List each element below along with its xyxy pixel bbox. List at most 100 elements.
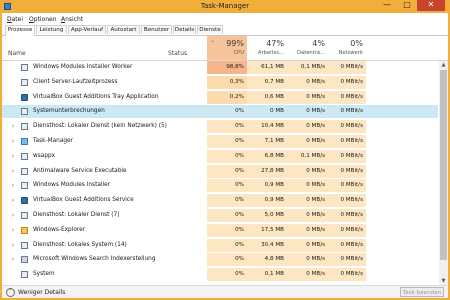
process-name: Windows Modules Installer (33, 182, 111, 189)
menu-optionen[interactable]: Optionen (29, 15, 57, 24)
network-value: 0 MBit/s (328, 61, 366, 74)
scrollbar-thumb[interactable] (440, 70, 447, 260)
disk-value: 0,1 MB/s (287, 61, 328, 74)
column-name[interactable]: Name (8, 50, 26, 57)
process-icon (21, 167, 28, 175)
title-bar[interactable]: Task-Manager — □ ✕ (0, 0, 450, 13)
expand-chevron-icon[interactable]: › (10, 209, 16, 222)
tab-benutzer[interactable]: Benutzer (141, 25, 172, 34)
process-name: wsappx (33, 152, 56, 159)
memory-value: 0,1 MB (247, 268, 287, 282)
table-row[interactable]: › Diensthost: Lokales System (14) 0% 30,4 M… (2, 238, 438, 252)
cpu-value: 98,8% (207, 61, 247, 74)
column-cpu[interactable]: ⌄ 99% CPU (207, 36, 247, 60)
scroll-up-arrow-icon[interactable]: ▲ (439, 61, 448, 69)
disk-value: 0 MB/s (287, 179, 328, 193)
cpu-value: 0% (207, 164, 247, 178)
disk-value: 0 MB/s (287, 209, 328, 222)
expand-chevron-icon[interactable]: › (10, 253, 16, 266)
column-disk-percent: 4% (312, 39, 325, 48)
column-network-label: Netzwerk (338, 50, 363, 56)
column-network[interactable]: 0% Netzwerk (328, 36, 366, 60)
vertical-scrollbar[interactable]: ▲ ▼ (439, 61, 448, 285)
table-row[interactable]: › VirtualBox Guest Additions Service 0% 0,9… (2, 194, 438, 208)
taskmanager-icon (21, 138, 28, 145)
expand-chevron-icon[interactable]: › (10, 194, 16, 207)
close-button[interactable]: ✕ (417, 0, 445, 11)
table-row[interactable]: › Windows-Explorer 0% 17,5 MB 0 MB/s 0 MBit/s (2, 223, 438, 237)
sort-caret-icon: ⌄ (210, 37, 216, 44)
network-value: 0 MBit/s (340, 108, 363, 115)
table-row[interactable]: › Diensthost: Lokaler Dienst (kein Netzwe… (2, 120, 438, 134)
tab-details[interactable]: Details (173, 25, 196, 34)
table-row[interactable]: › wsappx 0% 6,8 MB 0,1 MB/s 0 MBit/s (2, 149, 438, 163)
status-bar: ˄ Weniger Details Task beenden (2, 285, 448, 298)
process-name: Windows-Explorer (33, 226, 86, 233)
task-manager-window: Task-Manager — □ ✕ Datei Optionen Ansich… (0, 0, 450, 300)
table-row[interactable]: › Task-Manager 0% 7,1 MB 0 MB/s 0 MBit/s (2, 135, 438, 148)
folder-icon (21, 226, 28, 234)
client-area: Datei Optionen Ansicht Prozesse Leistung… (2, 13, 448, 298)
process-name: Microsoft Windows Search Indexerstellung (33, 256, 156, 263)
minimize-button[interactable]: — (377, 0, 397, 11)
chevron-up-icon: ˄ (6, 288, 15, 297)
table-row[interactable]: VirtualBox Guest Additions Tray Applicat… (2, 90, 438, 104)
disk-value: 0 MB/s (287, 164, 328, 178)
memory-value: 0,7 MB (247, 75, 287, 89)
network-value: 0 MBit/s (328, 253, 366, 267)
scroll-down-arrow-icon[interactable]: ▼ (439, 277, 448, 285)
end-task-button[interactable]: Task beenden (400, 287, 444, 297)
column-memory[interactable]: 47% Arbeitss... (247, 36, 287, 60)
expand-chevron-icon[interactable]: › (10, 150, 16, 163)
disk-value: 0 MB/s (287, 268, 328, 282)
tab-leistung[interactable]: Leistung (36, 25, 67, 34)
tab-prozesse[interactable]: Prozesse (5, 25, 35, 36)
table-row[interactable]: Client Server-Laufzeitprozess 0,3% 0,7 MB 0… (2, 75, 438, 89)
table-row[interactable]: › Windows Modules Installer 0% 0,9 MB 0 MB/s… (2, 179, 438, 193)
expand-chevron-icon[interactable]: › (10, 165, 16, 178)
column-network-percent: 0% (350, 39, 363, 48)
table-row[interactable]: › Microsoft Windows Search Indexerstellun… (2, 253, 438, 267)
expand-chevron-icon[interactable]: › (10, 179, 16, 192)
network-value: 0 MBit/s (328, 268, 366, 282)
process-name: Diensthost: Lokaler Dienst (7) (33, 212, 120, 218)
expand-chevron-icon[interactable]: › (10, 135, 16, 148)
memory-value: 10,4 MB (247, 120, 287, 134)
cpu-value: 0% (207, 135, 247, 148)
process-name: Windows Modules Installer Worker (33, 64, 133, 70)
expand-chevron-icon[interactable]: › (10, 120, 16, 133)
table-row[interactable]: › Antimalware Service Executable 0% 27,8 MB… (2, 164, 438, 178)
memory-value: 0,6 MB (247, 90, 287, 104)
table-row[interactable]: Systemunterbrechungen 0% 0 MB 0 MB/s 0 MBit/… (2, 105, 438, 119)
menu-ansicht[interactable]: Ansicht (61, 15, 83, 24)
column-disk[interactable]: 4% Datenträ... (287, 36, 328, 60)
fewer-details-link[interactable]: ˄ Weniger Details (6, 288, 65, 297)
expand-chevron-icon[interactable]: › (10, 239, 16, 252)
tab-bar: Prozesse Leistung App-Verlauf Autostart … (2, 25, 448, 36)
table-row[interactable]: System 0% 0,1 MB 0 MB/s 0 MBit/s (2, 268, 438, 282)
disk-value: 0 MB/s (287, 90, 328, 104)
process-name: Systemunterbrechungen (33, 108, 105, 115)
network-value: 0 MBit/s (328, 120, 366, 134)
tab-app-verlauf[interactable]: App-Verlauf (68, 25, 106, 34)
cpu-value: 0% (207, 149, 247, 163)
maximize-button[interactable]: □ (397, 0, 417, 11)
tab-autostart[interactable]: Autostart (107, 25, 140, 34)
gear-icon (21, 152, 28, 160)
cpu-value: 0,3% (207, 75, 247, 89)
expand-chevron-icon[interactable]: › (10, 224, 16, 237)
column-memory-label: Arbeitss... (258, 50, 284, 56)
menu-datei-label: atei (11, 16, 24, 23)
process-name: Client Server-Laufzeitprozess (33, 78, 118, 85)
cpu-value: 0% (207, 238, 247, 252)
gear-icon (21, 64, 28, 71)
table-row[interactable]: Windows Modules Installer Worker 98,8% 61,… (2, 61, 438, 74)
column-status[interactable]: Status (168, 50, 187, 57)
menu-datei[interactable]: Datei (7, 15, 23, 24)
tab-dienste[interactable]: Dienste (197, 25, 223, 34)
table-row[interactable]: › Diensthost: Lokaler Dienst (7) 0% 5,0 MB 0… (2, 209, 438, 222)
memory-value: 0 MB (269, 108, 284, 115)
process-name: Antimalware Service Executable (33, 167, 127, 174)
virtualbox-icon (21, 93, 28, 101)
network-value: 0 MBit/s (328, 149, 366, 163)
